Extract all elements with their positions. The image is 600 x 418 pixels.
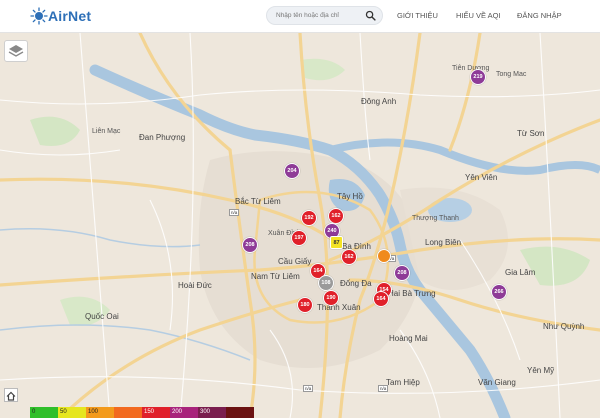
aqi-value: 204 — [287, 168, 297, 174]
legend-label: 50 — [60, 409, 67, 415]
search-input[interactable] — [276, 7, 366, 24]
legend-segment: 0 — [30, 407, 58, 418]
top-bar: AirNet GIỚI THIỆU HIỂU VỀ AQI ĐĂNG NHẬP — [0, 0, 600, 33]
aqi-value: 87 — [333, 239, 340, 246]
aqi-station-marker[interactable]: 192 — [301, 210, 317, 226]
legend-segment: 50 — [58, 407, 86, 418]
place-label: Thượng Thanh — [412, 215, 459, 222]
place-label: Yên Viên — [465, 173, 498, 182]
place-label: Quốc Oai — [85, 312, 119, 321]
aqi-station-marker[interactable]: 197 — [291, 230, 307, 246]
search-icon[interactable] — [365, 10, 376, 21]
place-label: Hoàng Mai — [389, 334, 428, 343]
place-label: Tây Hồ — [337, 192, 363, 201]
place-label: Đan Phượng — [139, 133, 186, 142]
legend-label: 0 — [32, 409, 36, 415]
aqi-value: 266 — [494, 289, 504, 295]
place-label: Tong Mac — [496, 71, 527, 78]
aqi-station-marker[interactable]: 162 — [341, 249, 357, 265]
place-label: Long Biên — [425, 238, 462, 247]
place-label: Liên Mạc — [92, 128, 121, 135]
aqi-value: 108 — [321, 280, 331, 286]
aqi-station-marker[interactable]: 204 — [284, 163, 300, 179]
aqi-station-marker[interactable]: 219 — [470, 69, 486, 85]
aqi-station-marker[interactable]: 180 — [297, 297, 313, 313]
map-area[interactable]: Đông Anh Đan Phượng Từ Sơn Tây Hồ Bắc Từ… — [0, 33, 600, 418]
aqi-station-marker[interactable] — [377, 249, 391, 263]
place-label: Đông Anh — [361, 97, 397, 106]
nav-about[interactable]: GIỚI THIỆU — [397, 11, 438, 20]
aqi-value: 208 — [397, 270, 407, 276]
search-box[interactable] — [266, 6, 383, 25]
place-label: Hai Bà Trưng — [388, 289, 436, 298]
layers-icon — [8, 45, 24, 57]
legend-segment: 150 — [142, 407, 170, 418]
na-marker[interactable]: n/a — [303, 385, 314, 392]
home-icon — [6, 391, 16, 401]
aqi-station-marker[interactable]: 162 — [328, 208, 344, 224]
place-label: Yên Mỹ — [527, 366, 555, 375]
aqi-station-marker[interactable]: 190 — [323, 290, 339, 306]
aqi-station-marker[interactable]: 87 — [330, 236, 343, 249]
aqi-value: 190 — [326, 295, 336, 301]
airnet-logo[interactable]: AirNet — [30, 6, 91, 26]
place-label: Bắc Từ Liêm — [235, 197, 281, 206]
nav-aqi-info[interactable]: HIỂU VỀ AQI — [456, 11, 501, 20]
aqi-value: 162 — [331, 213, 341, 219]
aqi-value: 180 — [300, 302, 310, 308]
logo-icon — [30, 7, 48, 25]
na-marker[interactable]: n/a — [229, 209, 240, 216]
legend-label: 100 — [88, 409, 99, 415]
aqi-station-marker[interactable]: 266 — [491, 284, 507, 300]
legend-segment — [114, 407, 142, 418]
place-label: Như Quỳnh — [543, 322, 585, 331]
home-button[interactable] — [4, 388, 18, 402]
aqi-value: 164 — [313, 268, 323, 274]
aqi-legend: 0 50 100 150 200 300 — [30, 407, 254, 418]
place-label: Từ Sơn — [517, 129, 545, 138]
aqi-value: 197 — [294, 235, 304, 241]
aqi-value: 164 — [376, 296, 386, 302]
logo-text: AirNet — [48, 8, 92, 24]
layers-button[interactable] — [4, 40, 28, 62]
place-label: Hoài Đức — [178, 281, 212, 290]
aqi-value: 192 — [304, 215, 314, 221]
aqi-station-marker[interactable]: 208 — [394, 265, 410, 281]
aqi-station-marker[interactable]: 208 — [242, 237, 258, 253]
place-label: Thanh Xuân — [317, 303, 361, 312]
aqi-value: 162 — [344, 254, 354, 260]
place-label: Đống Đa — [340, 279, 372, 288]
basemap — [0, 33, 600, 418]
place-label: Văn Giang — [478, 378, 516, 387]
place-label: Gia Lâm — [505, 268, 536, 277]
place-label: Cầu Giấy — [278, 257, 312, 266]
na-marker[interactable]: n/a — [378, 385, 389, 392]
legend-segment — [226, 407, 254, 418]
legend-segment: 100 — [86, 407, 114, 418]
place-label: Tam Hiệp — [386, 378, 420, 387]
aqi-station-marker[interactable]: 108 — [318, 275, 334, 291]
nav-login[interactable]: ĐĂNG NHẬP — [517, 11, 562, 20]
legend-label: 200 — [172, 409, 183, 415]
aqi-value: 219 — [473, 74, 483, 80]
aqi-value: 208 — [245, 242, 255, 248]
legend-segment: 300 — [198, 407, 226, 418]
aqi-value: 240 — [327, 228, 337, 234]
legend-segment: 200 — [170, 407, 198, 418]
place-label: Nam Từ Liêm — [251, 272, 300, 281]
aqi-station-marker[interactable]: 164 — [373, 291, 389, 307]
legend-label: 300 — [200, 409, 211, 415]
legend-label: 150 — [144, 409, 155, 415]
